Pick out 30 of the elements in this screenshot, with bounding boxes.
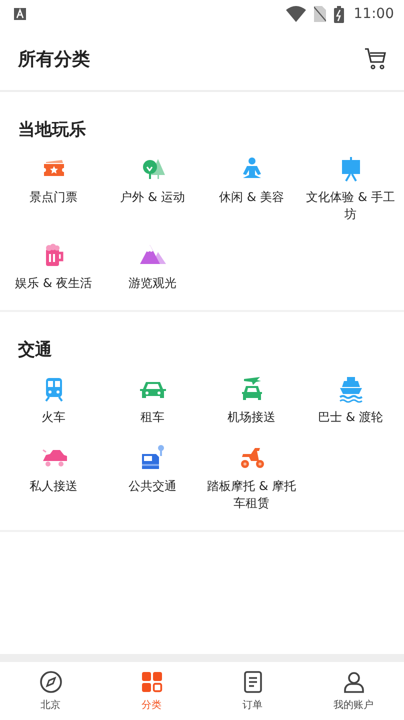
notification-icon <box>14 8 26 20</box>
category-item[interactable]: 踏板摩托 & 摩托车租赁 <box>202 444 301 512</box>
category-item[interactable]: 游览观光 <box>103 241 202 292</box>
no-sim-icon <box>314 6 326 22</box>
category-item[interactable]: 休闲 & 美容 <box>202 155 301 223</box>
ship-icon <box>336 375 364 403</box>
category-item[interactable]: 娱乐 & 夜生活 <box>4 241 103 292</box>
section-title: 交通 <box>18 339 52 361</box>
category-item[interactable]: 公共交通 <box>103 444 202 512</box>
battery-icon <box>334 6 344 22</box>
clock: 11:00 <box>354 6 394 22</box>
person-icon <box>342 670 366 694</box>
cart-icon[interactable] <box>364 47 388 71</box>
grid-icon <box>140 670 164 694</box>
compass-icon <box>38 670 62 694</box>
category-item[interactable]: 租车 <box>103 375 202 426</box>
category-item[interactable]: 文化体验 & 手工坊 <box>301 155 400 223</box>
tab-bar-item[interactable]: 分类 <box>101 662 202 720</box>
tab-bar-item[interactable]: 北京 <box>0 662 101 720</box>
page-title: 所有分类 <box>18 48 90 71</box>
tab-bar-item[interactable]: 订单 <box>202 662 303 720</box>
category-item[interactable]: 火车 <box>4 375 103 426</box>
category-item[interactable]: 景点门票 <box>4 155 103 223</box>
tab-bar-item[interactable]: 我的账户 <box>303 662 404 720</box>
category-item[interactable]: 私人接送 <box>4 444 103 512</box>
category-item[interactable]: 户外 & 运动 <box>103 155 202 223</box>
section-title: 当地玩乐 <box>18 119 86 141</box>
wifi-icon <box>286 6 306 22</box>
category-item[interactable]: 巴士 & 渡轮 <box>301 375 400 426</box>
category-item[interactable]: 机场接送 <box>202 375 301 426</box>
